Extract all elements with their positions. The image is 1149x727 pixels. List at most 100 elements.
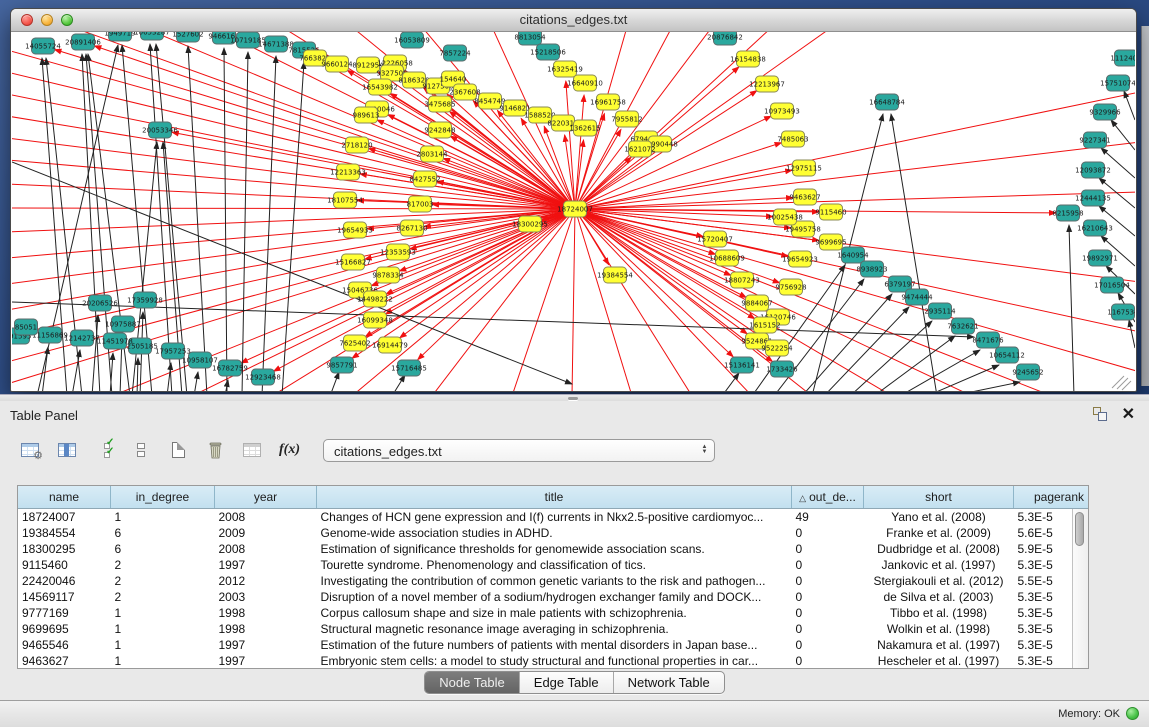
network-node[interactable]: 2935114 [924,303,956,319]
network-node[interactable]: 12975115 [786,160,822,176]
network-node[interactable]: 1949719 [104,32,135,41]
resize-grip-icon[interactable] [1112,376,1124,388]
network-node[interactable]: 1362615 [569,120,600,136]
network-node[interactable]: 1621072 [624,141,655,157]
network-node[interactable]: 9245652 [1012,364,1043,380]
network-node[interactable]: 2718120 [341,137,372,153]
table-row[interactable]: 977716911998Corpus callosum shape and si… [18,605,1089,621]
network-node[interactable]: 7625402 [339,335,370,351]
network-node[interactable]: 9857791 [326,357,357,373]
network-node[interactable]: 17359928 [127,292,163,308]
network-node[interactable]: 15720407 [697,231,733,247]
network-node[interactable]: 12213967 [749,76,785,92]
network-node[interactable]: 20891406 [65,34,101,50]
network-node[interactable]: 19654933 [337,222,373,238]
network-node[interactable]: 16914479 [372,337,408,353]
network-node[interactable]: 2803144 [416,146,448,162]
table-row[interactable]: 2242004622012Investigating the contribut… [18,573,1089,589]
column-header-out_de[interactable]: △out_de... [792,486,864,509]
network-node[interactable]: 19384554 [597,267,633,283]
network-node[interactable]: 9242848 [424,122,455,138]
network-node[interactable]: 10975887 [105,316,141,332]
select-columns-button[interactable]: ✓ ✓ [94,438,114,462]
table-row[interactable]: 1830029562008Estimation of significance … [18,541,1089,557]
table-row[interactable]: 946554611997Estimation of the future num… [18,637,1089,653]
table-row[interactable]: 1456911722003Disruption of a novel membe… [18,589,1089,605]
function-builder-button[interactable]: f(x) [279,438,300,462]
column-header-short[interactable]: short [864,486,1014,509]
column-header-year[interactable]: year [215,486,317,509]
tab-node-table[interactable]: Node Table [425,672,520,693]
network-node[interactable]: 7485063 [777,131,808,147]
network-node[interactable]: 1112406 [1110,50,1135,66]
network-node[interactable]: 3475685 [424,96,455,112]
row-mode-button[interactable] [131,438,151,462]
memory-status[interactable]: Memory: OK [1058,707,1139,720]
resize-grip-icon[interactable] [1117,378,1128,389]
split-pane-handle[interactable] [568,397,578,400]
network-node[interactable]: 1167534 [1107,304,1135,320]
network-svg[interactable]: 1405572420891406194971910653287152760294… [12,32,1135,391]
delete-table-button[interactable] [242,438,262,462]
column-header-name[interactable]: name [18,486,111,509]
tab-edge-table[interactable]: Edge Table [520,672,614,693]
close-panel-icon[interactable]: ✕ [1122,408,1135,422]
network-node[interactable]: 8215958 [1052,205,1083,221]
network-node[interactable]: 15136141 [724,357,760,373]
column-header-pagerank[interactable]: pagerank [1014,486,1090,509]
column-header-in_degree[interactable]: in_degree [111,486,215,509]
network-node[interactable]: 817003 [407,196,434,212]
column-visibility-button[interactable] [57,438,77,462]
network-node[interactable]: 16210643 [1077,220,1113,236]
network-node[interactable]: 9699695 [815,234,846,250]
network-node[interactable]: 9329966 [1089,104,1121,120]
float-panel-icon[interactable] [1093,407,1108,422]
table-row[interactable]: 1872400712008Changes of HCN gene express… [18,509,1089,526]
network-node[interactable]: 10654112 [989,347,1025,363]
network-node[interactable]: 989613 [353,107,380,123]
network-node[interactable]: 12444135 [1075,190,1111,206]
network-node[interactable]: 8427552 [409,171,440,187]
table-row[interactable]: 969969511998Structural magnetic resonanc… [18,621,1089,637]
network-node[interactable]: 85051 [15,319,38,335]
network-node[interactable]: 9227341 [1079,132,1110,148]
network-node[interactable]: 16648784 [869,94,905,110]
network-canvas[interactable]: 1405572420891406194971910653287152760294… [12,32,1135,391]
network-node[interactable]: 15218506 [530,44,566,60]
network-node[interactable]: 8471676 [972,332,1004,348]
network-node[interactable]: 8813054 [514,32,546,45]
network-node[interactable]: 12923468 [245,369,281,385]
split-pane-divider[interactable] [0,394,1149,401]
network-node[interactable]: 20053346 [142,122,178,138]
scrollbar-thumb[interactable] [1075,512,1084,546]
network-node[interactable]: 12142737 [64,330,100,346]
table-row[interactable]: 946362711997Embryonic stem cells: a mode… [18,653,1089,669]
network-node[interactable]: 20876842 [707,32,743,45]
network-node[interactable]: 9756928 [775,279,806,295]
network-node[interactable]: 7632621 [947,318,978,334]
network-node[interactable]: 1733426 [766,361,798,377]
network-node[interactable]: 9474444 [901,289,933,305]
network-node[interactable]: 9115460 [815,204,846,220]
table-settings-button[interactable]: ⚙ [20,438,40,462]
network-window[interactable]: citations_edges.txt 14055724208914061949… [10,8,1137,392]
network-node[interactable]: 17016504 [1094,277,1130,293]
table-selector-dropdown[interactable]: citations_edges.txt ▲▼ [323,439,715,462]
table-row[interactable]: 911546021997Tourette syndrome. Phenomeno… [18,557,1089,573]
network-node[interactable]: 12093872 [1075,162,1111,178]
network-node[interactable]: 7857224 [439,45,471,61]
new-table-button[interactable] [168,438,188,462]
network-node[interactable]: 8938923 [856,261,887,277]
network-node[interactable]: 9878334 [372,267,404,283]
network-node[interactable]: 15166827 [335,254,371,270]
delete-rows-button[interactable] [205,438,225,462]
network-node[interactable]: 1527602 [172,32,203,42]
network-node[interactable]: 7955812 [611,111,642,127]
network-node[interactable]: 18107554 [327,192,363,208]
network-node[interactable]: 12353593 [380,244,416,260]
network-node[interactable]: 8267130 [396,220,427,236]
network-node[interactable]: 1615152 [749,317,780,333]
network-node[interactable]: 15751074 [1100,75,1135,91]
network-node[interactable]: 16154838 [730,51,766,67]
network-node[interactable]: 16053809 [394,32,430,48]
